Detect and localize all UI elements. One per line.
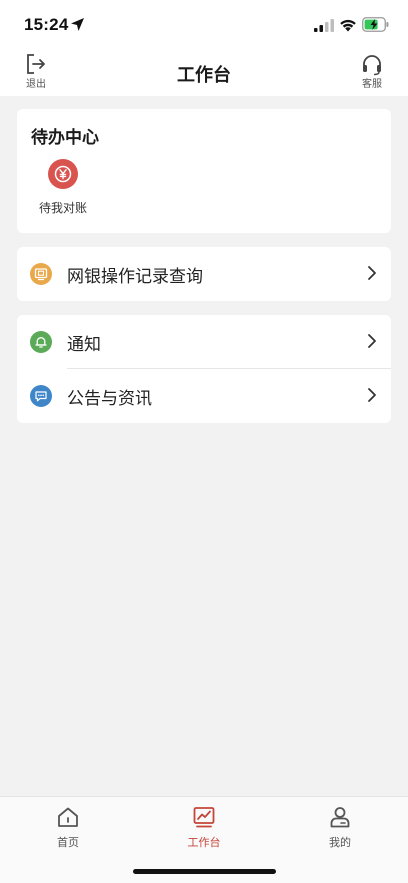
status-bar: 15:24 [0,0,408,50]
todo-item-reconciliation[interactable]: 待我对账 [34,159,92,216]
home-icon [58,807,78,827]
todo-center-title: 待办中心 [31,128,99,148]
menu-item-notifications[interactable]: 通知 [17,315,391,369]
tab-workbench[interactable]: 工作台 [164,805,244,850]
menu-item-label: 网银操作记录查询 [67,267,203,287]
bell-icon [30,331,52,353]
chat-bubble-icon [30,385,52,407]
yen-icon [48,159,78,189]
page-title: 工作台 [177,65,231,86]
records-card: 网银操作记录查询 [17,247,391,301]
location-arrow-icon [71,18,84,31]
battery-charging-icon [362,17,389,32]
tab-workbench-label: 工作台 [187,836,221,849]
menu-item-label: 通知 [67,335,101,355]
chart-icon [193,807,215,828]
tab-home[interactable]: 首页 [28,805,108,850]
chevron-right-icon [368,388,376,402]
tab-home-label: 首页 [57,836,79,849]
menu-item-announcements[interactable]: 公告与资讯 [17,369,391,423]
screen-record-icon [30,263,52,285]
cellular-signal-icon [314,19,334,32]
todo-item-label: 待我对账 [38,201,87,215]
headset-icon [363,55,381,76]
notice-card: 通知 公告与资讯 [17,315,391,423]
nav-bar: 退出 工作台 客服 [0,50,408,96]
tab-mine[interactable]: 我的 [300,805,380,850]
home-indicator [133,869,276,874]
tab-mine-label: 我的 [329,836,351,849]
todo-center-card: 待办中心 待我对账 [17,109,391,233]
menu-item-label: 公告与资讯 [67,389,152,409]
wifi-icon [340,19,356,32]
customer-service-label: 客服 [362,79,382,90]
chevron-right-icon [368,334,376,348]
menu-item-online-banking-records[interactable]: 网银操作记录查询 [17,247,391,301]
customer-service-button[interactable]: 客服 [354,52,390,94]
status-time: 15:24 [24,15,69,34]
user-icon [330,807,350,828]
chevron-right-icon [368,266,376,280]
